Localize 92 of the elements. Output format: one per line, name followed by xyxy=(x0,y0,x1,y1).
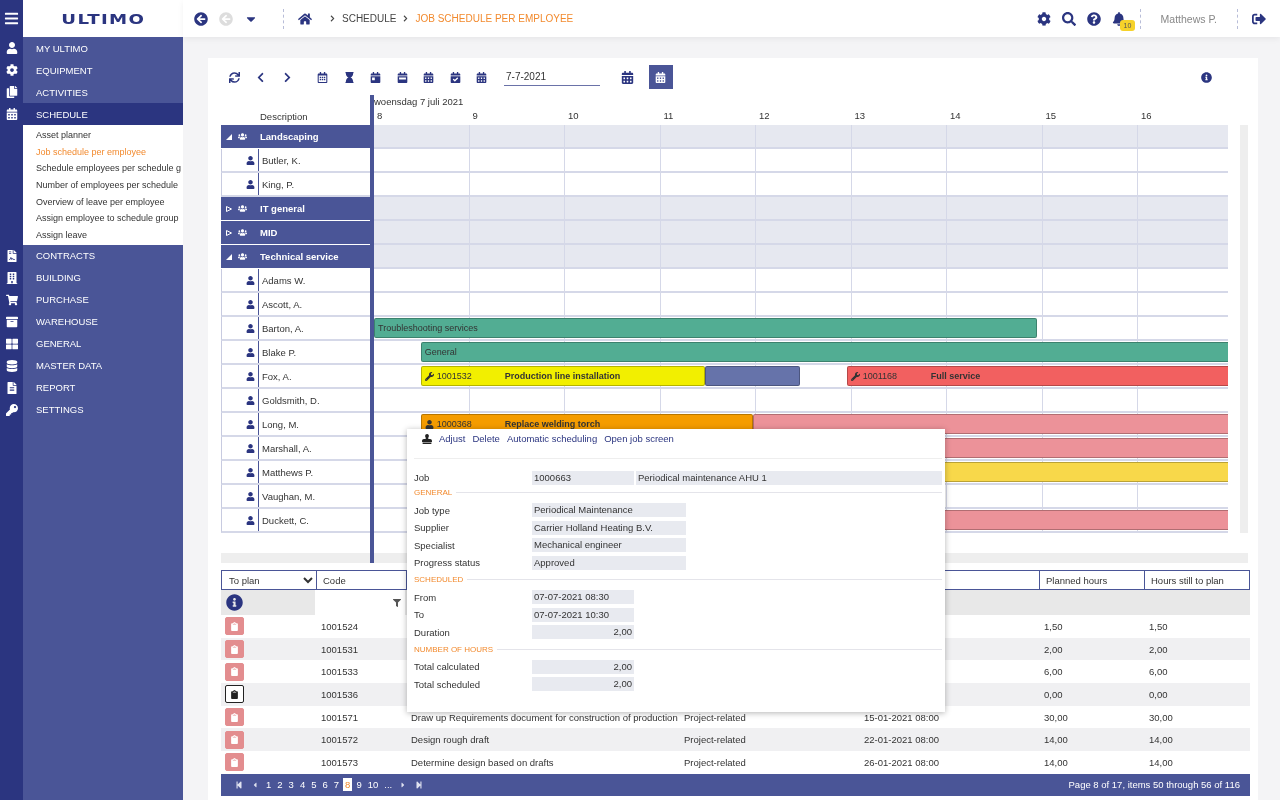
table-cell: Project-related xyxy=(684,734,746,746)
hour-label: 12 xyxy=(759,110,770,121)
hour-label: 9 xyxy=(472,110,478,121)
field-value: 2,00 xyxy=(532,659,634,674)
group-name: Landscaping xyxy=(260,131,319,142)
employee-name: Blake P. xyxy=(261,346,298,358)
job-code: 1000368 xyxy=(436,419,472,429)
table-cell: 15-01-2021 08:00 xyxy=(864,711,939,723)
table-cell: Project-related xyxy=(684,711,746,723)
employee-name: Fox, A. xyxy=(261,370,293,382)
table-cell: 14,00 xyxy=(1044,756,1068,768)
field-value: 2,00 xyxy=(532,625,634,640)
table-cell: 1,50 xyxy=(1044,620,1063,632)
hour-label: 13 xyxy=(854,110,866,121)
table-cell: Design rough draft xyxy=(411,734,490,746)
employee-name: Long, M. xyxy=(261,418,300,430)
group-name: Technical service xyxy=(260,251,339,262)
hour-label: 16 xyxy=(1141,110,1152,121)
job-code: 1001168 xyxy=(862,371,898,381)
field-value: Carrier Holland Heating B.V. xyxy=(532,520,686,535)
table-cell: 14,00 xyxy=(1149,756,1173,768)
bar-label: General xyxy=(424,347,457,357)
employee-name: Marshall, A. xyxy=(261,442,313,454)
employee-name: Barton, A. xyxy=(261,322,305,334)
table-cell: 14,00 xyxy=(1044,734,1068,746)
field-value: 1000663 xyxy=(532,470,634,485)
date-label: woensdag 7 juli 2021 xyxy=(374,96,465,107)
page-summary: Page 8 of 17, items 50 through 56 of 116 xyxy=(1068,779,1240,791)
group-name: IT general xyxy=(260,203,305,214)
hour-label: 10 xyxy=(568,110,579,121)
table-cell: 2,00 xyxy=(1044,643,1063,655)
group-name: MID xyxy=(260,227,278,238)
job-title: Production line installation xyxy=(504,371,621,381)
employee-name: King, P. xyxy=(261,178,296,190)
field-label: Specialist xyxy=(414,539,456,551)
field-value: Approved xyxy=(532,555,686,570)
table-cell: 1001571 xyxy=(321,711,358,723)
hour-label: 15 xyxy=(1045,110,1057,121)
field-label: Total scheduled xyxy=(414,678,482,690)
table-cell: 22-01-2021 08:00 xyxy=(864,734,939,746)
table-cell: 30,00 xyxy=(1149,711,1173,723)
section-title: NUMBER OF HOURS xyxy=(414,644,494,654)
field-label: From xyxy=(414,591,438,603)
bar-label: Troubleshooting services xyxy=(378,323,478,333)
table-cell: 1001524 xyxy=(321,620,358,632)
logo: ULTIMO xyxy=(61,10,145,27)
table-cell: 14,00 xyxy=(1149,734,1173,746)
table-cell: 6,00 xyxy=(1149,666,1168,678)
field-value: 2,00 xyxy=(532,677,634,692)
table-cell: 30,00 xyxy=(1044,711,1068,723)
field-label: Total calculated xyxy=(414,661,481,673)
table-cell: 1001536 xyxy=(321,688,358,700)
table-cell: 6,00 xyxy=(1044,666,1063,678)
table-cell: 1001573 xyxy=(321,756,358,768)
field-label: Supplier xyxy=(414,522,450,534)
table-cell: Project-related xyxy=(684,756,746,768)
field-label: Duration xyxy=(414,626,451,638)
field-value: 07-07-2021 10:30 xyxy=(532,607,634,622)
field-value: Mechanical engineer xyxy=(532,538,686,553)
field-label: Job type xyxy=(414,504,451,516)
employee-name: Butler, K. xyxy=(261,154,302,166)
table-cell: 1,50 xyxy=(1149,620,1168,632)
table-cell: Determine design based on drafts xyxy=(411,756,554,768)
table-cell: 2,00 xyxy=(1149,643,1168,655)
field-label: To xyxy=(414,609,426,621)
field-value: Periodical Maintenance xyxy=(532,503,686,518)
table-cell: 1001531 xyxy=(321,643,358,655)
table-cell: 0,00 xyxy=(1044,688,1063,700)
field-label: Job xyxy=(414,472,431,484)
employee-name: Vaughan, M. xyxy=(261,490,317,502)
table-cell: 26-01-2021 08:00 xyxy=(864,756,939,768)
hour-label: 14 xyxy=(950,110,961,121)
field-value: Periodical maintenance AHU 1 xyxy=(636,470,942,485)
section-title: SCHEDULED xyxy=(414,575,464,584)
hour-label: 11 xyxy=(663,110,674,121)
field-label: Progress status xyxy=(414,557,481,569)
employee-name: Adams W. xyxy=(261,274,307,286)
field-value: 07-07-2021 08:30 xyxy=(532,590,634,605)
table-cell: 1001572 xyxy=(321,734,358,746)
job-title: Replace welding torch xyxy=(504,419,601,429)
hour-label: 8 xyxy=(377,110,383,121)
job-code: 1001532 xyxy=(436,371,472,381)
column-header: Description xyxy=(260,111,308,122)
table-cell: 0,00 xyxy=(1149,688,1168,700)
employee-name: Matthews P. xyxy=(261,466,315,478)
employee-name: Duckett, C. xyxy=(261,514,310,526)
section-title: GENERAL xyxy=(414,488,453,497)
employee-name: Ascott, A. xyxy=(261,298,304,310)
employee-name: Goldsmith, D. xyxy=(261,394,321,406)
table-cell: 1001533 xyxy=(321,666,358,678)
table-cell: Draw up Requirements document for construction of production xyxy=(411,711,678,723)
job-title: Full service xyxy=(930,371,981,381)
